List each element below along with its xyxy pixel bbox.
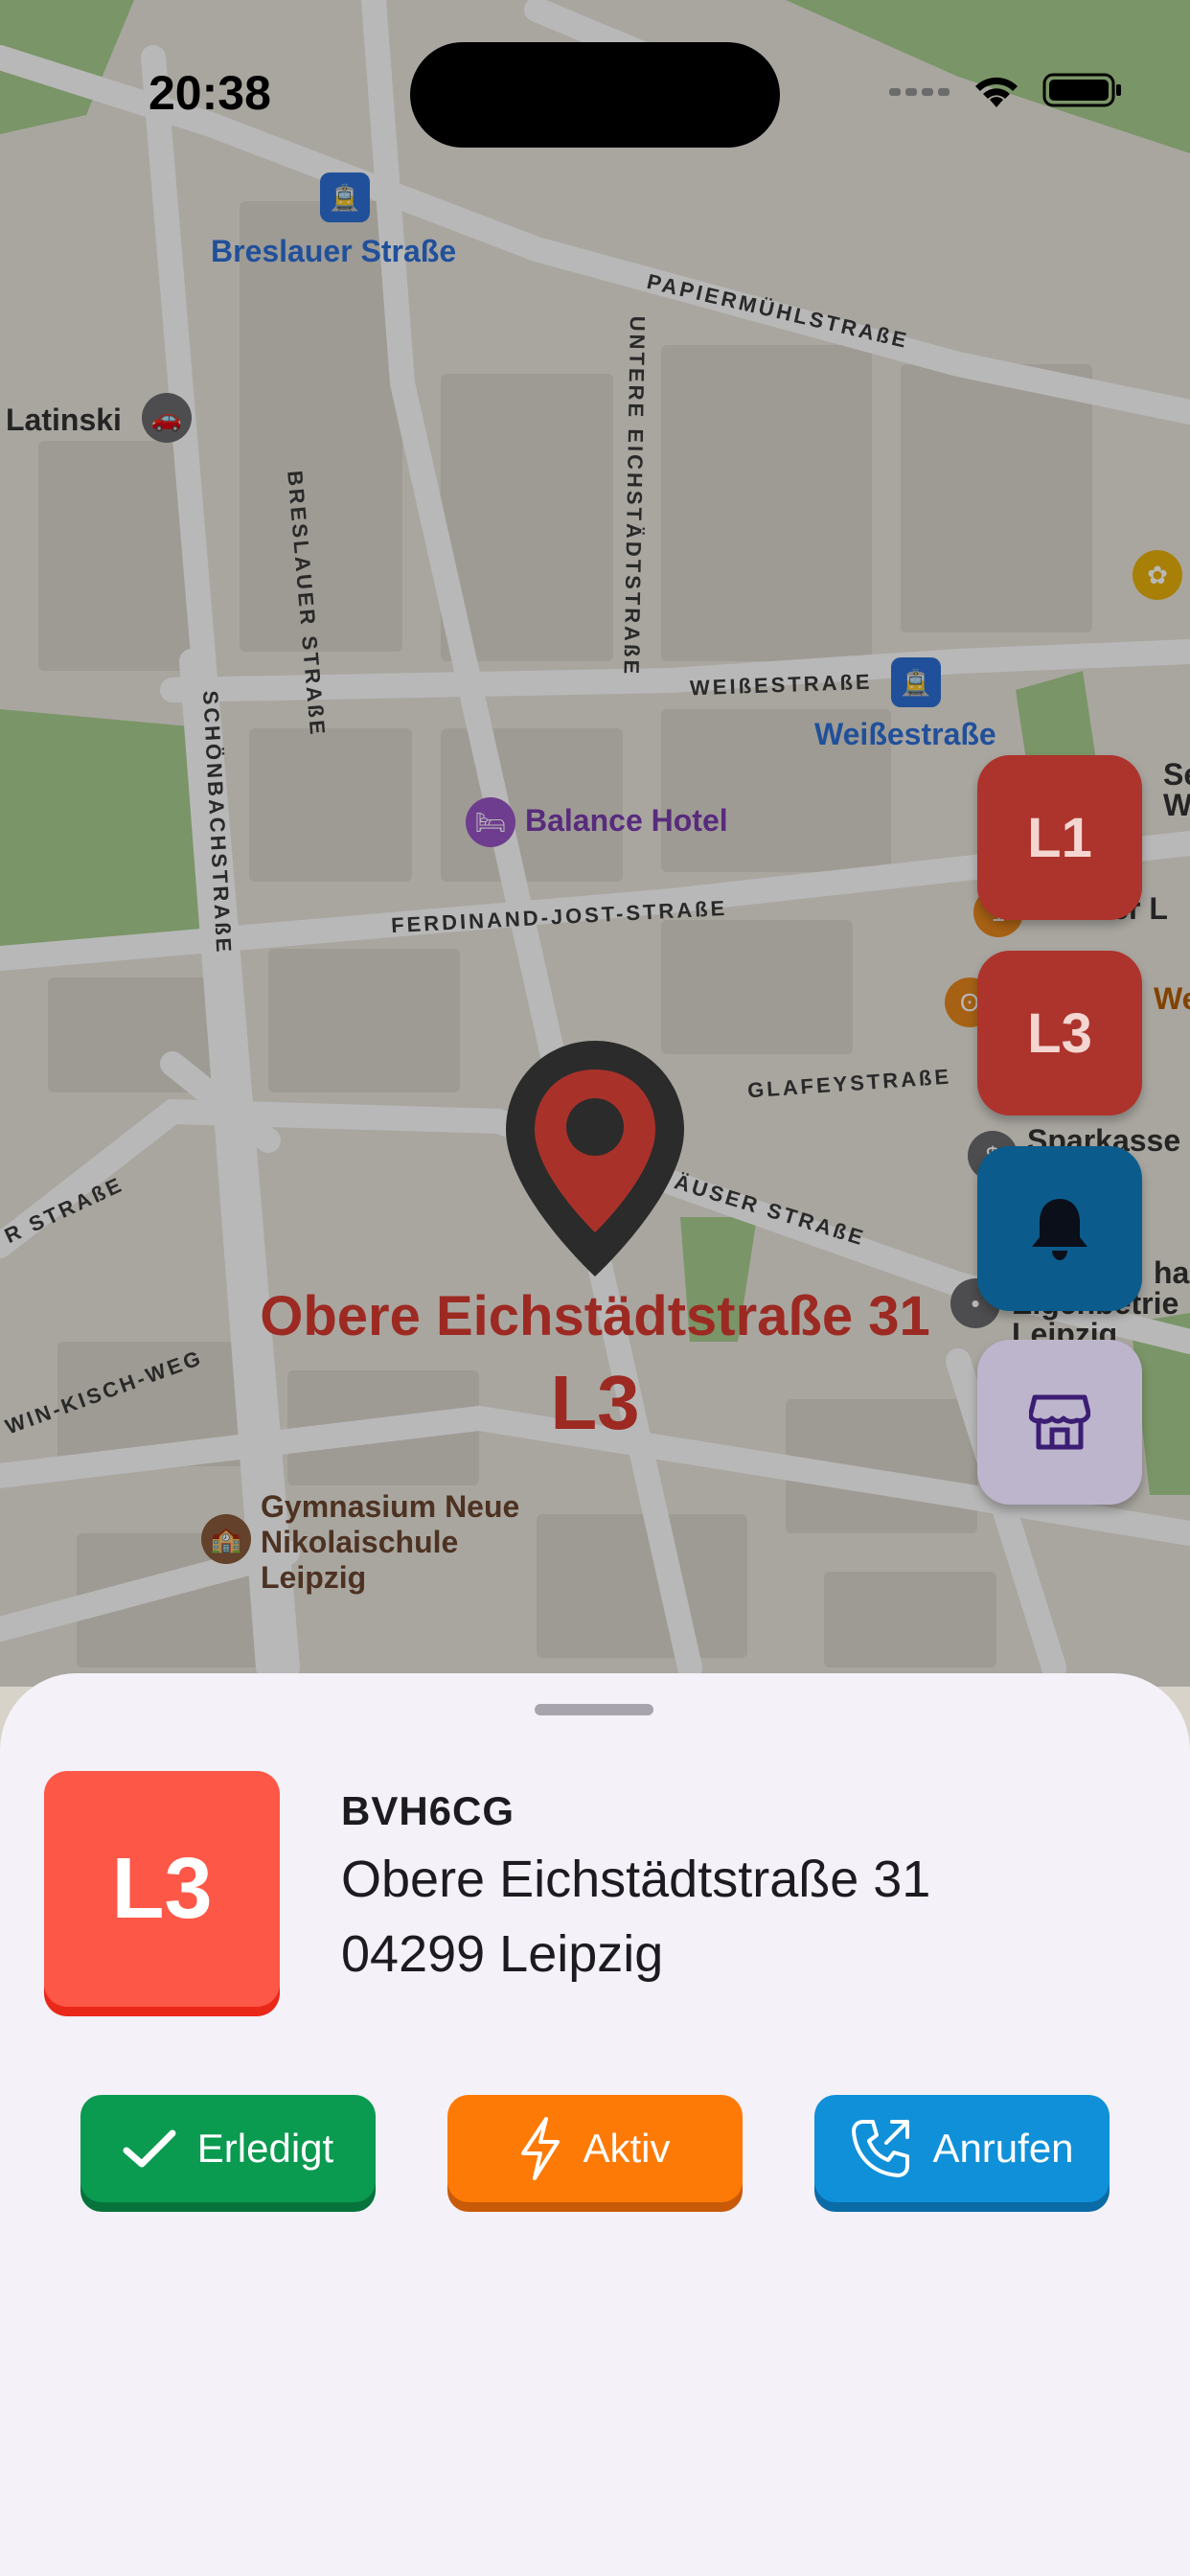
battery-icon [1042,73,1121,107]
store-icon [1029,1394,1090,1450]
location-l1-button[interactable]: L1 [977,755,1142,920]
active-button-label: Aktiv [583,2126,671,2171]
map-view[interactable]: PAPIERMÜHLSTRAßE BRESLAUER STRAßE UNTERE… [0,0,1190,1687]
wifi-icon [975,77,1018,107]
active-button[interactable]: Aktiv [447,2095,743,2202]
lightning-icon [521,2117,561,2180]
call-button-label: Anrufen [932,2126,1074,2171]
cellular-signal-icon [889,88,950,96]
notification-button[interactable] [977,1146,1142,1311]
dynamic-island [410,42,780,148]
bell-icon [1032,1199,1087,1260]
address-street: Obere Eichstädtstraße 31 [341,1851,931,1908]
location-badge: L3 [44,1771,280,2007]
location-pin-icon[interactable] [506,1041,684,1276]
call-button[interactable]: Anrufen [814,2095,1110,2202]
bottom-sheet: L3 BVH6CG Obere Eichstädtstraße 31 04299… [0,1673,1190,2576]
order-code: BVH6CG [341,1788,515,1833]
done-button[interactable]: Erledigt [80,2095,376,2202]
address-city: 04299 Leipzig [341,1925,664,1983]
location-l3-button[interactable]: L3 [977,951,1142,1116]
status-time: 20:38 [149,66,271,120]
sheet-drag-handle[interactable] [535,1704,653,1715]
phone-outgoing-icon [852,2120,910,2177]
status-indicators [889,71,1123,109]
store-button[interactable] [977,1340,1142,1505]
done-button-label: Erledigt [196,2126,334,2171]
check-icon [123,2129,176,2168]
